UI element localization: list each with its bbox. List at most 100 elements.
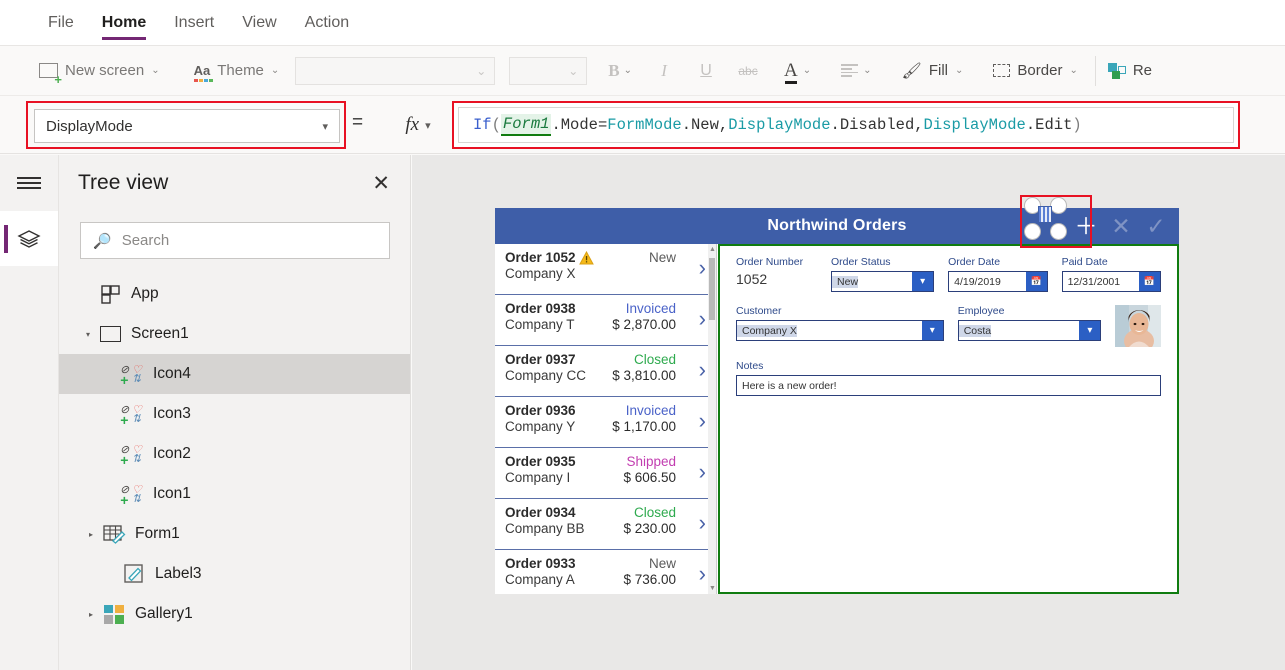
field-order-status-dropdown[interactable]: New ▾ (831, 271, 935, 292)
chevron-right-icon[interactable]: › (699, 563, 706, 585)
chevron-down-icon: ⌄ (802, 65, 812, 76)
scrollbar-thumb[interactable] (709, 258, 715, 320)
theme-label: Theme (217, 62, 264, 79)
scroll-up-icon[interactable]: ▲ (709, 246, 716, 253)
fx-button[interactable]: fx ▾ (382, 107, 454, 143)
gallery-item[interactable]: Order 1052 New Company X › (495, 244, 716, 295)
chevron-right-icon[interactable]: › (699, 359, 706, 381)
resize-handle-top-right[interactable] (1050, 197, 1067, 214)
tree-item-label: Gallery1 (135, 605, 193, 622)
property-select[interactable]: DisplayMode ▾ (34, 109, 340, 143)
menu-tab-action[interactable]: Action (291, 0, 363, 46)
bold-button[interactable]: B ⌄ (599, 54, 641, 88)
app-icon-svg (100, 284, 120, 304)
tree-item-label: Icon2 (153, 445, 191, 462)
underline-button[interactable]: U (689, 55, 723, 87)
calendar-icon[interactable]: 📅 (1139, 272, 1160, 291)
field-value-paid-date: 12/31/2001 (1067, 275, 1121, 288)
chevron-down-icon[interactable]: ▾ (1079, 321, 1101, 340)
chevron-right-icon[interactable]: › (699, 308, 706, 330)
order-status: New (648, 250, 676, 265)
border-button[interactable]: Border ⌄ (984, 54, 1086, 88)
order-status: Invoiced (625, 403, 676, 418)
cancel-icon[interactable]: ✕ (1106, 211, 1136, 241)
new-screen-button[interactable]: New screen ⌄ (30, 54, 169, 88)
chevron-right-icon[interactable]: › (699, 257, 706, 279)
tree-item-icon4[interactable]: ⊘ ♡ + ⇅ Icon4 (59, 354, 410, 394)
tree-item-label: Icon4 (153, 365, 191, 382)
chevron-right-icon[interactable]: › (699, 461, 706, 483)
field-notes-input[interactable]: Here is a new order! (736, 375, 1161, 396)
calendar-icon[interactable]: 📅 (1025, 272, 1047, 291)
menu-tab-insert[interactable]: Insert (160, 0, 228, 46)
resize-handle-bottom-left[interactable] (1024, 223, 1041, 240)
field-customer-dropdown[interactable]: Company X ▾ (736, 320, 944, 341)
tree-view-title: Tree view (78, 171, 169, 194)
hamburger-menu-icon[interactable] (0, 155, 58, 211)
reorder-icon (1107, 62, 1126, 79)
gallery-item[interactable]: Order 0934 Closed Company BB $ 230.00 › (495, 499, 716, 550)
tree-item-icon2[interactable]: ⊘ ♡ + ⇅ Icon2 (59, 434, 410, 474)
field-paid-date-picker[interactable]: 12/31/2001 📅 (1061, 271, 1161, 292)
tree-item-icon3[interactable]: ⊘ ♡ + ⇅ Icon3 (59, 394, 410, 434)
border-label: Border (1017, 62, 1063, 79)
gallery-item[interactable]: Order 0938 Invoiced Company T $ 2,870.00… (495, 295, 716, 346)
close-icon[interactable]: ✕ (372, 173, 390, 194)
hamburger-lines (17, 174, 41, 191)
font-size-select[interactable]: ⌄ (509, 56, 588, 85)
font-color-icon: A (784, 60, 798, 84)
formula-input[interactable]: If( Form1 .Mode = FormMode .New, DisplayMo… (458, 107, 1234, 143)
gallery-scrollbar[interactable]: ▲ ▼ (708, 244, 716, 594)
tree-item-icon1[interactable]: ⊘ ♡ + ⇅ Icon1 (59, 474, 410, 514)
layers-icon-svg (17, 229, 41, 248)
font-family-select[interactable]: ⌄ (295, 56, 496, 85)
expand-arrow-icon[interactable]: ▾ (79, 330, 97, 339)
app-preview: Northwind Orders ＋ ✕ ✓ Order 1052 New Co… (495, 208, 1179, 594)
order-amount: $ 230.00 (623, 521, 676, 536)
order-number-text: Order 0937 (505, 352, 576, 367)
resize-handle-bottom-right[interactable] (1050, 223, 1067, 240)
formula-token: .Edit (1025, 116, 1073, 134)
font-color-button[interactable]: A ⌄ (775, 54, 820, 88)
new-screen-icon (39, 63, 62, 86)
menu-tab-file[interactable]: File (34, 0, 88, 46)
tree-item-form1[interactable]: ▸ Form1 (59, 514, 410, 554)
menu-tab-view[interactable]: View (228, 0, 290, 46)
formula-token: DisplayMode (728, 116, 831, 134)
chevron-right-icon[interactable]: › (699, 410, 706, 432)
gallery-item[interactable]: Order 0935 Shipped Company I $ 606.50 › (495, 448, 716, 499)
strikethrough-button[interactable]: abc (731, 55, 765, 87)
field-order-date-picker[interactable]: 4/19/2019 📅 (948, 271, 1048, 292)
order-status: New (648, 556, 676, 571)
chevron-down-icon[interactable]: ▾ (921, 321, 943, 340)
app-header-title: Northwind Orders (767, 217, 907, 234)
align-button[interactable]: ⌄ (832, 54, 880, 88)
italic-button[interactable]: I (647, 55, 681, 87)
tree-item-label: App (131, 285, 159, 302)
scroll-down-icon[interactable]: ▼ (709, 585, 716, 592)
gallery-item[interactable]: Order 0933 New Company A $ 736.00 › (495, 550, 716, 594)
gallery-item[interactable]: Order 0936 Invoiced Company Y $ 1,170.00… (495, 397, 716, 448)
tree-item-app[interactable]: App (59, 274, 410, 314)
chevron-right-icon[interactable]: › (699, 512, 706, 534)
order-number-text: Order 0935 (505, 454, 576, 469)
ribbon-toolbar: New screen ⌄ Aa Theme ⌄ ⌄ ⌄ B ⌄ I U (0, 46, 1285, 96)
order-number: Order 1052 (505, 250, 594, 265)
orders-gallery[interactable]: Order 1052 New Company X › Order 0938 In… (495, 244, 717, 594)
confirm-icon[interactable]: ✓ (1141, 211, 1171, 241)
field-employee-dropdown[interactable]: Costa ▾ (957, 320, 1102, 341)
gallery-item[interactable]: Order 0937 Closed Company CC $ 3,810.00 … (495, 346, 716, 397)
expand-arrow-icon[interactable]: ▸ (81, 610, 101, 619)
menu-tab-home[interactable]: Home (88, 0, 160, 46)
search-input[interactable]: 🔍 Search (80, 222, 390, 259)
field-label-employee: Employee (957, 305, 1005, 317)
tree-item-screen1[interactable]: ▾ Screen1 (59, 314, 410, 354)
tree-item-gallery1[interactable]: ▸ Gallery1 (59, 594, 410, 634)
fill-button[interactable]: 🖌 Fill ⌄ (893, 54, 973, 88)
reorder-button[interactable]: Re (1104, 54, 1161, 88)
theme-button[interactable]: Aa Theme ⌄ (185, 54, 289, 88)
chevron-down-icon[interactable]: ▾ (912, 272, 934, 291)
rail-item-tree-view[interactable] (0, 211, 58, 266)
expand-arrow-icon[interactable]: ▸ (81, 530, 101, 539)
tree-item-label3[interactable]: Label3 (59, 554, 410, 594)
